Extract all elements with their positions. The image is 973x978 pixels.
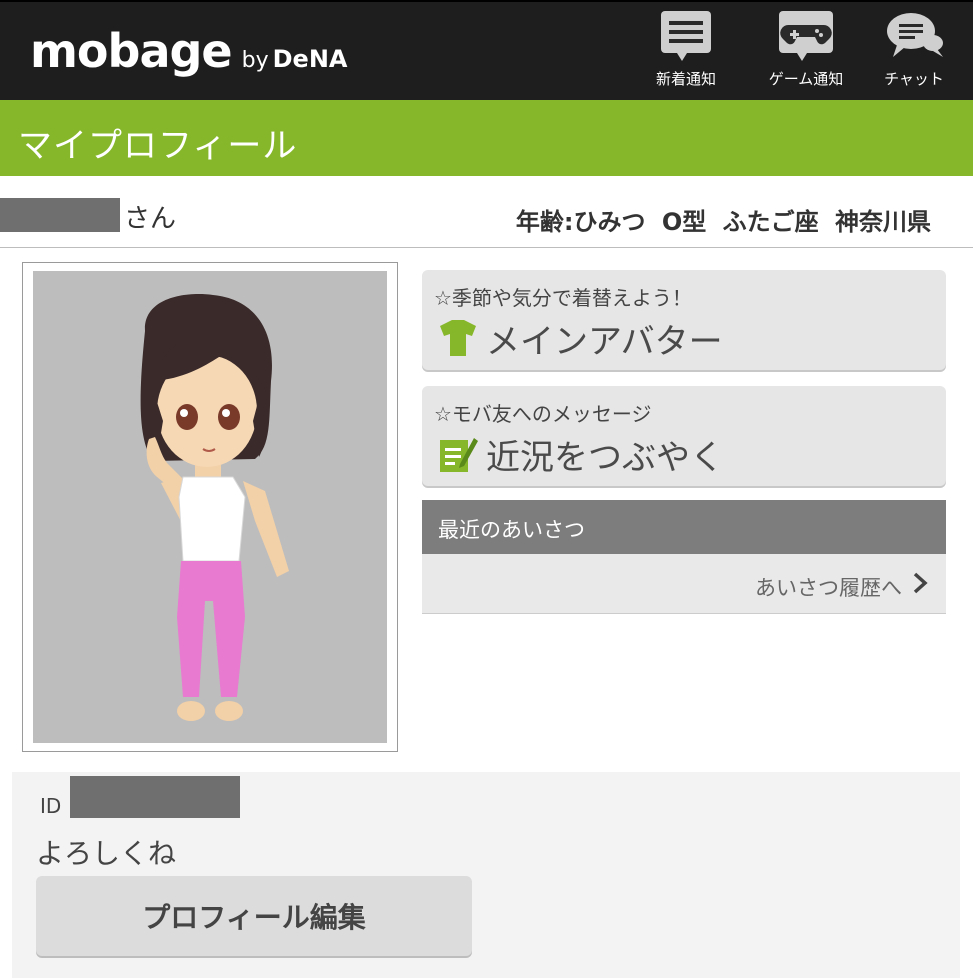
recent-greetings-header: 最近のあいさつ bbox=[422, 500, 946, 554]
profile-summary-row: さん 年齢:ひみつ O型 ふたご座 神奈川県 bbox=[0, 176, 973, 248]
profile-attributes: 年齢:ひみつ O型 ふたご座 神奈川県 bbox=[515, 208, 931, 236]
post-status-button[interactable]: ☆モバ友へのメッセージ 近況をつぶやく bbox=[422, 386, 946, 486]
logo-brand-text: DeNA bbox=[272, 45, 348, 73]
avatar-frame[interactable] bbox=[22, 262, 398, 752]
main-avatar-button[interactable]: ☆季節や気分で着替えよう！ メインアバター bbox=[422, 270, 946, 370]
username-suffix: さん bbox=[124, 204, 177, 234]
shirt-icon bbox=[438, 318, 478, 358]
logo-text: mobage bbox=[30, 24, 233, 78]
edit-profile-label: プロフィール編集 bbox=[142, 901, 366, 934]
greeting-history-link[interactable]: あいさつ履歴へ bbox=[422, 554, 946, 614]
post-status-subtitle: ☆モバ友へのメッセージ bbox=[434, 402, 652, 426]
user-id-label: ID bbox=[40, 794, 62, 818]
page-title: マイプロフィール bbox=[18, 126, 298, 166]
page-title-bar: マイプロフィール bbox=[0, 100, 973, 176]
profile-comment: よろしくね bbox=[36, 837, 177, 870]
username-redacted bbox=[0, 198, 120, 232]
memo-pencil-icon bbox=[438, 434, 478, 474]
greeting-history-label: あいさつ履歴へ bbox=[755, 576, 902, 600]
main-avatar-subtitle: ☆季節や気分で着替えよう！ bbox=[434, 286, 692, 310]
nav-news-label: 新着通知 bbox=[655, 70, 716, 88]
avatar-image bbox=[33, 271, 387, 743]
nav-game-label: ゲーム通知 bbox=[768, 70, 844, 88]
chat-bubbles-icon bbox=[879, 8, 949, 64]
chevron-right-icon bbox=[910, 571, 930, 595]
profile-detail-section: ID よろしくね プロフィール編集 bbox=[12, 772, 960, 978]
nav-chat-label: チャット bbox=[884, 70, 944, 88]
gamepad-icon bbox=[771, 8, 841, 64]
logo-by-text: by bbox=[241, 48, 269, 73]
nav-game-button[interactable]: ゲーム通知 bbox=[758, 8, 854, 98]
app-header: mobage by DeNA 新着通知 ゲーム通知 チャット bbox=[0, 0, 973, 100]
post-status-label: 近況をつぶやく bbox=[486, 438, 724, 478]
nav-news-button[interactable]: 新着通知 bbox=[638, 8, 734, 98]
recent-greetings-title: 最近のあいさつ bbox=[438, 518, 585, 542]
nav-chat-button[interactable]: チャット bbox=[866, 8, 962, 98]
news-list-icon bbox=[651, 8, 721, 64]
main-avatar-label: メインアバター bbox=[486, 322, 723, 362]
edit-profile-button[interactable]: プロフィール編集 bbox=[36, 876, 472, 956]
user-id-redacted bbox=[70, 776, 240, 818]
mobage-logo[interactable]: mobage by DeNA bbox=[30, 24, 347, 78]
